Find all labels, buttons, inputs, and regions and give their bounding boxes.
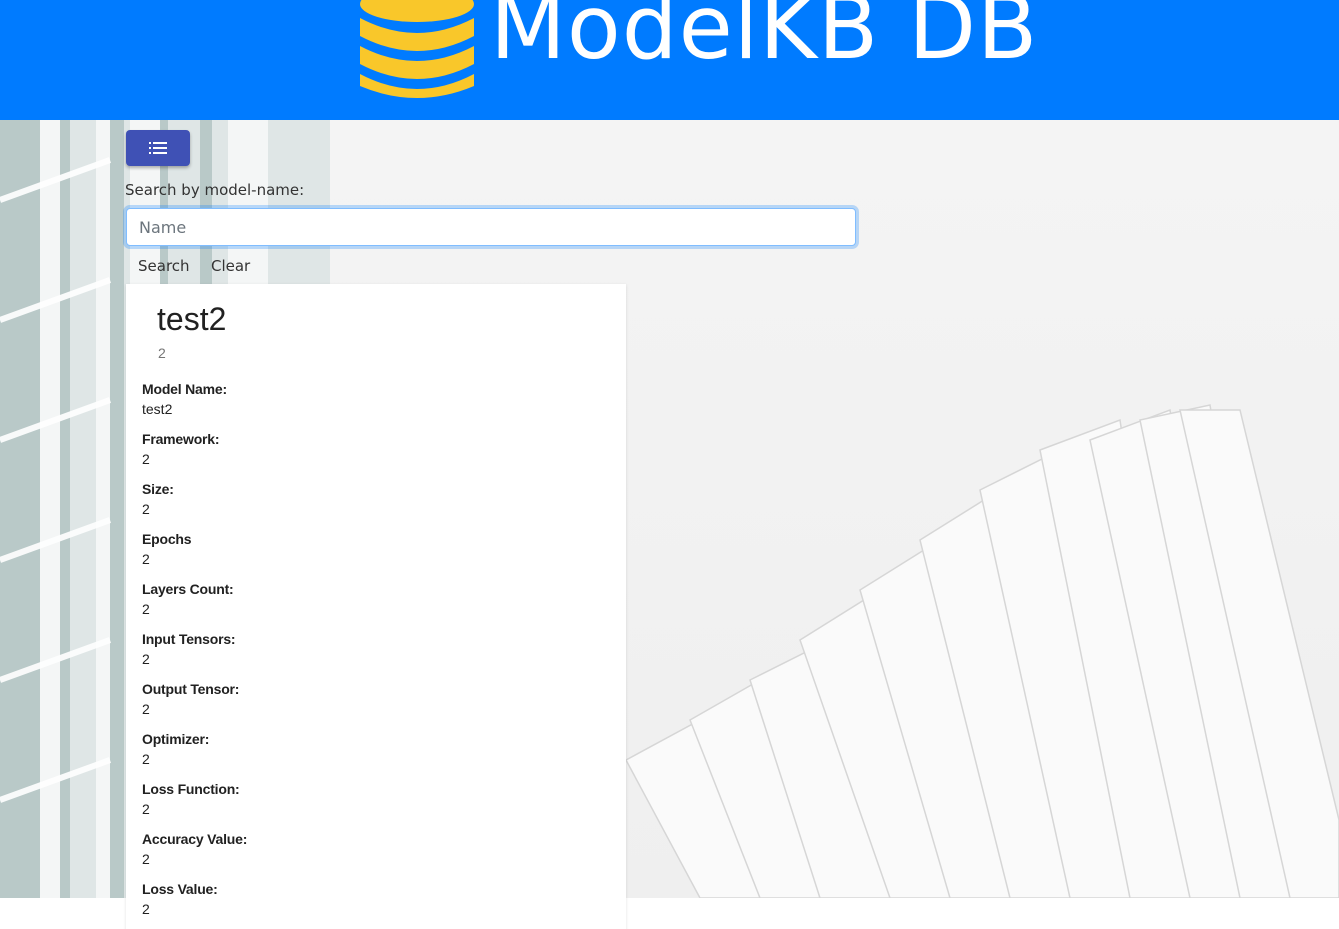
- field-input-tensors: Input Tensors: 2: [142, 631, 236, 667]
- search-label: Search by model-name:: [125, 181, 305, 199]
- model-details: Model Name: test2 Framework: 2 Size: 2 E…: [142, 380, 247, 929]
- app-title: ModelKB DB: [490, 0, 1039, 79]
- card-subtitle: 2: [158, 345, 166, 361]
- field-output-tensor: Output Tensor: 2: [142, 681, 240, 717]
- model-card: test2 2 Model Name: test2 Framework: 2 S…: [126, 284, 626, 929]
- field-layers-count: Layers Count: 2: [142, 581, 234, 617]
- list-icon: [149, 142, 167, 154]
- field-loss-function: Loss Function: 2: [142, 781, 240, 817]
- database-icon: [360, 0, 474, 98]
- field-optimizer: Optimizer: 2: [142, 731, 210, 767]
- clear-button[interactable]: Clear: [211, 257, 250, 275]
- search-input[interactable]: [126, 208, 856, 246]
- field-loss-value: Loss Value: 2: [142, 881, 218, 917]
- field-size: Size: 2: [142, 481, 174, 517]
- field-framework: Framework: 2: [142, 431, 220, 467]
- field-model-name: Model Name: test2: [142, 381, 227, 417]
- field-accuracy-value: Accuracy Value: 2: [142, 831, 248, 867]
- field-epochs: Epochs 2: [142, 531, 192, 567]
- card-title: test2: [157, 301, 227, 337]
- search-button[interactable]: Search: [138, 257, 190, 275]
- app-header: ModelKB DB: [0, 0, 1339, 120]
- menu-toggle-button[interactable]: [126, 130, 190, 166]
